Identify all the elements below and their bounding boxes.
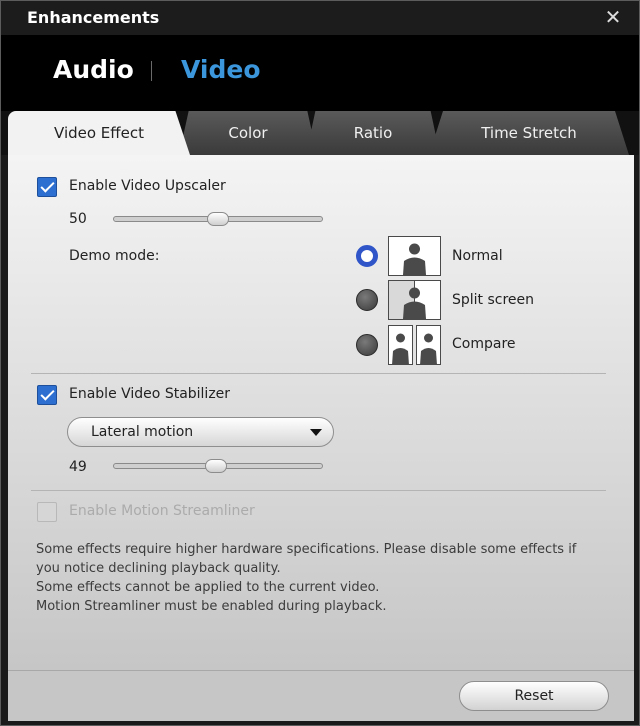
note-line: Motion Streamliner must be enabled durin… bbox=[36, 599, 387, 614]
compare-preview-icon bbox=[388, 325, 441, 365]
demo-normal-radio[interactable] bbox=[356, 245, 378, 267]
mode-video[interactable]: Video bbox=[181, 55, 261, 84]
stabilizer-slider[interactable] bbox=[113, 459, 323, 473]
mode-switcher: Audio Video bbox=[1, 35, 639, 111]
tab-ratio[interactable]: Ratio bbox=[306, 111, 440, 155]
upscaler-slider[interactable] bbox=[113, 212, 323, 226]
note-line: Some effects require higher hardware spe… bbox=[36, 542, 577, 557]
section-divider bbox=[31, 373, 606, 374]
note-line: you notice declining playback quality. bbox=[36, 561, 281, 576]
close-icon[interactable]: ✕ bbox=[603, 6, 623, 28]
stabilizer-value: 49 bbox=[69, 459, 87, 475]
chevron-down-icon bbox=[310, 429, 322, 436]
upscaler-slider-thumb[interactable] bbox=[207, 212, 229, 226]
mode-divider bbox=[151, 61, 152, 81]
tab-video-effect[interactable]: Video Effect bbox=[8, 111, 190, 155]
demo-normal-label: Normal bbox=[452, 248, 503, 264]
streamliner-label: Enable Motion Streamliner bbox=[69, 503, 255, 519]
demo-split-radio[interactable] bbox=[356, 289, 378, 311]
demo-mode-label: Demo mode: bbox=[69, 248, 160, 264]
stabilizer-mode-dropdown[interactable]: Lateral motion bbox=[67, 417, 334, 447]
stabilizer-slider-thumb[interactable] bbox=[205, 459, 227, 473]
normal-preview-icon bbox=[388, 236, 441, 276]
reset-button[interactable]: Reset bbox=[459, 681, 609, 711]
tab-bar: Color Ratio Time Stretch Video Effect bbox=[1, 111, 639, 155]
mode-audio[interactable]: Audio bbox=[53, 55, 134, 84]
streamliner-checkbox bbox=[37, 502, 57, 522]
stabilizer-checkbox[interactable] bbox=[37, 385, 57, 405]
tab-time-stretch[interactable]: Time Stretch bbox=[429, 111, 629, 155]
stabilizer-mode-value: Lateral motion bbox=[91, 424, 194, 440]
demo-compare-radio[interactable] bbox=[356, 334, 378, 356]
upscaler-checkbox[interactable] bbox=[37, 177, 57, 197]
upscaler-label: Enable Video Upscaler bbox=[69, 178, 226, 194]
enhancements-window: Enhancements ✕ Audio Video Color Ratio T… bbox=[0, 0, 640, 726]
title-bar: Enhancements ✕ bbox=[1, 1, 639, 35]
upscaler-value: 50 bbox=[69, 211, 87, 227]
tab-color[interactable]: Color bbox=[179, 111, 317, 155]
split-screen-preview-icon bbox=[388, 280, 441, 320]
window-title: Enhancements bbox=[27, 8, 160, 27]
demo-compare-label: Compare bbox=[452, 336, 516, 352]
demo-split-label: Split screen bbox=[452, 292, 535, 308]
section-divider bbox=[31, 490, 606, 491]
stabilizer-label: Enable Video Stabilizer bbox=[69, 386, 231, 402]
note-line: Some effects cannot be applied to the cu… bbox=[36, 580, 380, 595]
